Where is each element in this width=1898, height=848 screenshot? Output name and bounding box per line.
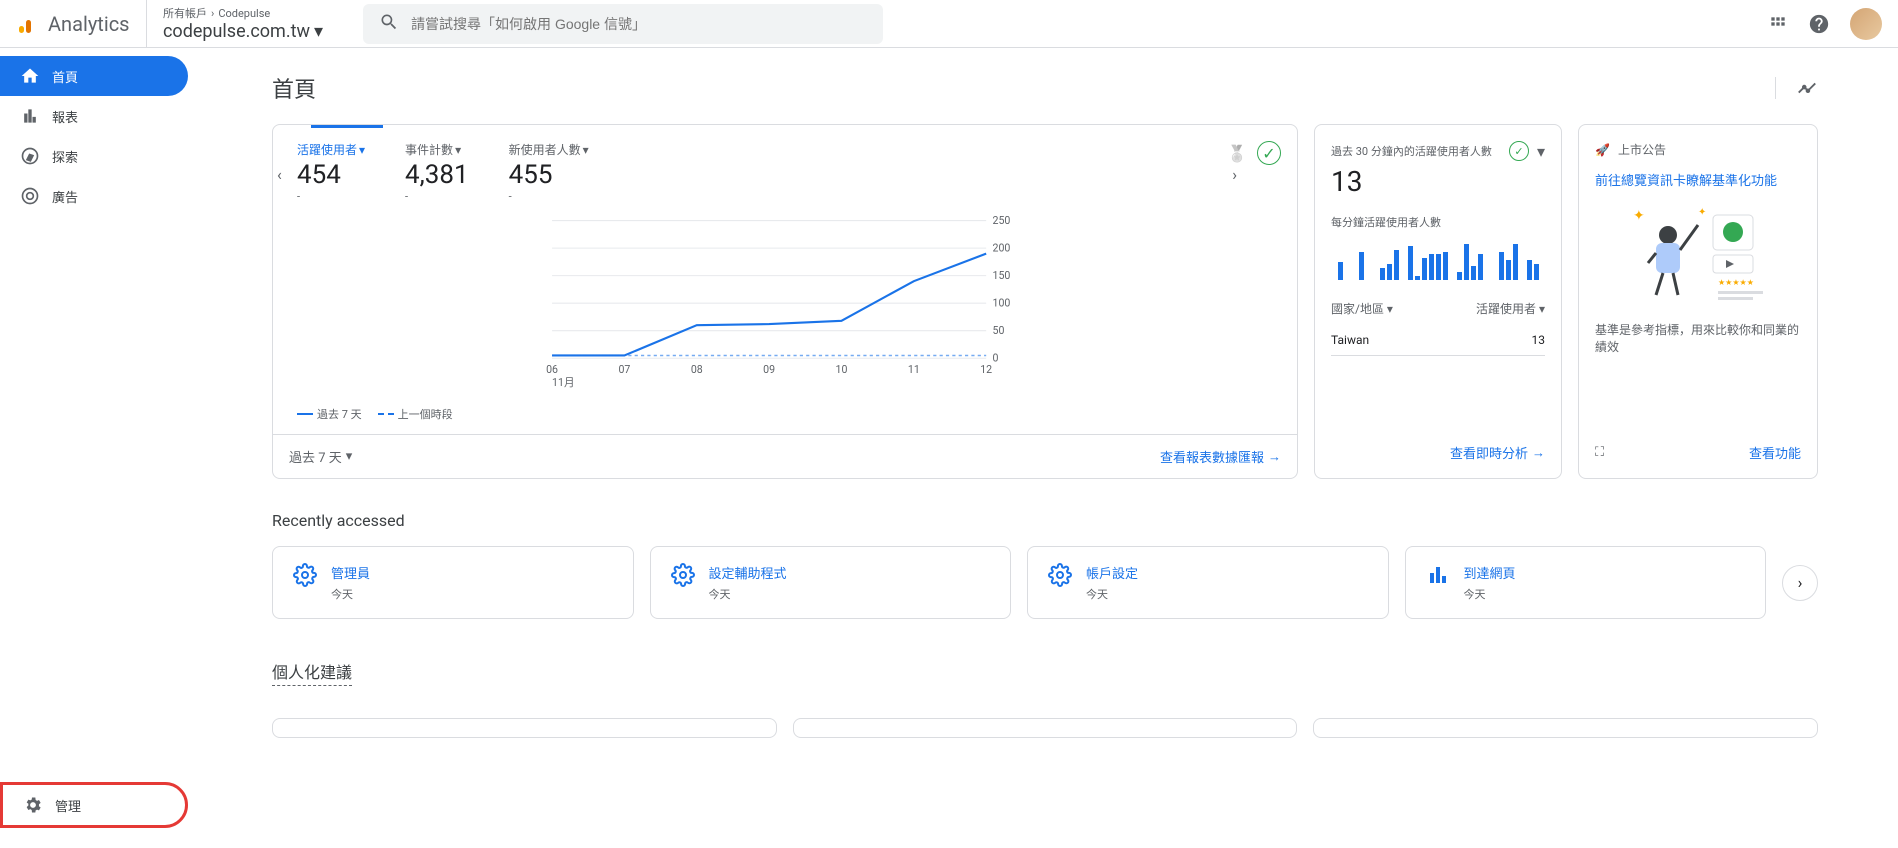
gear-icon <box>1048 563 1072 587</box>
recent-card[interactable]: 到達網頁今天 <box>1405 546 1767 619</box>
metric-events[interactable]: 事件計數 ▾ 4,381 - <box>405 141 469 202</box>
recent-title: 到達網頁 <box>1464 563 1516 582</box>
chevron-right-icon: › <box>211 7 214 20</box>
check-icon[interactable]: ✓ <box>1257 141 1281 165</box>
apps-icon[interactable] <box>1768 14 1788 34</box>
realtime-card: 過去 30 分鐘內的活躍使用者人數 ✓ ▾ 13 每分鐘活躍使用者人數 國家/地… <box>1314 124 1562 479</box>
realtime-header: 過去 30 分鐘內的活躍使用者人數 <box>1331 143 1492 159</box>
legend-current: 過去 7 天 <box>317 406 362 422</box>
bar-icon <box>1426 563 1450 587</box>
svg-text:★★★★★: ★★★★★ <box>1718 278 1754 287</box>
announcement-card: 🚀 上市公告 前往總覽資訊卡瞭解基準化功能 ★★★★★ <box>1578 124 1818 479</box>
nav-admin-label: 管理 <box>55 796 81 815</box>
avatar[interactable] <box>1850 8 1882 40</box>
svg-text:07: 07 <box>618 363 630 376</box>
personalized-card-2 <box>793 718 1298 738</box>
nav-home[interactable]: 首頁 <box>0 56 188 96</box>
metrics-card: ‹ 活躍使用者 ▾ 454 - 事件計數 ▾ 4,381 - 新使用者人數 ▾ … <box>272 124 1298 479</box>
logo-text: Analytics <box>48 12 130 36</box>
recent-card[interactable]: 設定輔助程式今天 <box>650 546 1012 619</box>
next-arrow-icon[interactable]: › <box>1232 165 1237 184</box>
page-title: 首頁 <box>272 72 316 104</box>
search-input[interactable] <box>411 16 867 32</box>
svg-text:150: 150 <box>993 269 1011 282</box>
gear-icon <box>671 563 695 587</box>
insights-icon[interactable] <box>1775 77 1818 99</box>
svg-text:50: 50 <box>993 324 1005 337</box>
nav-explore-label: 探索 <box>52 147 78 166</box>
prev-arrow-icon[interactable]: ‹ <box>277 165 282 184</box>
announce-title: 前往總覽資訊卡瞭解基準化功能 <box>1595 170 1801 189</box>
personalized-card-1 <box>272 718 777 738</box>
announce-illustration: ★★★★★ ✦ ✦ <box>1595 205 1801 305</box>
sidebar: 首頁 報表 探索 廣告 管理 <box>0 48 192 848</box>
country-selector[interactable]: 國家/地區 ▾ <box>1331 300 1393 317</box>
personalized-card-3 <box>1313 718 1818 738</box>
breadcrumb-property: Codepulse <box>218 7 270 20</box>
recent-card[interactable]: 管理員今天 <box>272 546 634 619</box>
nav-reports[interactable]: 報表 <box>0 96 188 136</box>
search-icon <box>379 12 399 36</box>
recent-card[interactable]: 帳戶設定今天 <box>1027 546 1389 619</box>
realtime-table-row: Taiwan 13 <box>1331 325 1545 356</box>
recent-time: 今天 <box>1464 586 1516 602</box>
gear-icon <box>293 563 317 587</box>
date-range-selector[interactable]: 過去 7 天 ▾ <box>289 447 352 466</box>
realtime-check-icon[interactable]: ✓ <box>1509 141 1529 161</box>
users-selector[interactable]: 活躍使用者 ▾ <box>1476 300 1545 317</box>
svg-text:250: 250 <box>993 214 1011 227</box>
svg-text:✦: ✦ <box>1633 208 1645 224</box>
announce-desc: 基準是參考指標，用來比較你和同業的績效 <box>1595 321 1801 355</box>
announce-tag: 上市公告 <box>1618 141 1666 158</box>
nav-reports-label: 報表 <box>52 107 78 126</box>
help-icon[interactable] <box>1808 13 1830 35</box>
view-feature-link[interactable]: 查看功能 <box>1749 443 1801 462</box>
realtime-value: 13 <box>1331 165 1545 198</box>
nav-admin[interactable]: 管理 <box>0 782 188 828</box>
realtime-bar-chart <box>1331 230 1545 280</box>
recent-title: 設定輔助程式 <box>709 563 787 582</box>
expand-icon[interactable]: ⛶ <box>1595 445 1604 460</box>
recent-title: 帳戶設定 <box>1086 563 1138 582</box>
rocket-icon: 🚀 <box>1595 143 1610 157</box>
svg-text:08: 08 <box>691 363 703 376</box>
view-snapshot-link[interactable]: 查看報表數據匯報 → <box>1160 447 1281 466</box>
recent-title: 管理員 <box>331 563 370 582</box>
svg-text:100: 100 <box>993 296 1011 309</box>
nav-explore[interactable]: 探索 <box>0 136 188 176</box>
metric-new-users[interactable]: 新使用者人數 ▾ 455 - <box>509 141 589 202</box>
analytics-logo-icon <box>16 12 40 36</box>
nav-home-label: 首頁 <box>52 67 78 86</box>
svg-text:0: 0 <box>993 351 999 364</box>
svg-text:12: 12 <box>980 363 992 376</box>
realtime-dropdown-icon[interactable]: ▾ <box>1537 142 1545 161</box>
personalized-heading: 個人化建議 <box>272 659 352 686</box>
breadcrumb-all: 所有帳戶 <box>163 5 207 21</box>
svg-text:✦: ✦ <box>1698 207 1706 218</box>
recent-time: 今天 <box>1086 586 1138 602</box>
recent-time: 今天 <box>709 586 787 602</box>
recent-heading: Recently accessed <box>272 511 1818 530</box>
property-name: codepulse.com.tw <box>163 21 310 42</box>
svg-text:09: 09 <box>763 363 775 376</box>
view-realtime-link[interactable]: 查看即時分析 → <box>1450 443 1545 462</box>
legend-prev: 上一個時段 <box>398 406 453 422</box>
dropdown-icon: ▾ <box>314 21 323 42</box>
svg-text:06: 06 <box>546 363 558 376</box>
recent-time: 今天 <box>331 586 370 602</box>
nav-ads[interactable]: 廣告 <box>0 176 188 216</box>
trophy-icon[interactable]: 🏅 <box>1225 141 1249 165</box>
per-min-label: 每分鐘活躍使用者人數 <box>1331 214 1545 230</box>
search-bar[interactable] <box>363 4 883 44</box>
svg-text:11: 11 <box>908 363 920 376</box>
svg-text:10: 10 <box>836 363 848 376</box>
svg-text:200: 200 <box>993 241 1011 254</box>
svg-text:11月: 11月 <box>552 376 574 389</box>
recent-next-button[interactable]: › <box>1782 565 1818 601</box>
metric-active-users[interactable]: 活躍使用者 ▾ 454 - <box>297 141 365 202</box>
line-chart: 0 50 100 150 200 250 06 07 08 09 10 11 12 11月 <box>273 210 1297 402</box>
nav-ads-label: 廣告 <box>52 187 78 206</box>
property-selector[interactable]: 所有帳戶 › Codepulse codepulse.com.tw ▾ <box>146 0 339 47</box>
